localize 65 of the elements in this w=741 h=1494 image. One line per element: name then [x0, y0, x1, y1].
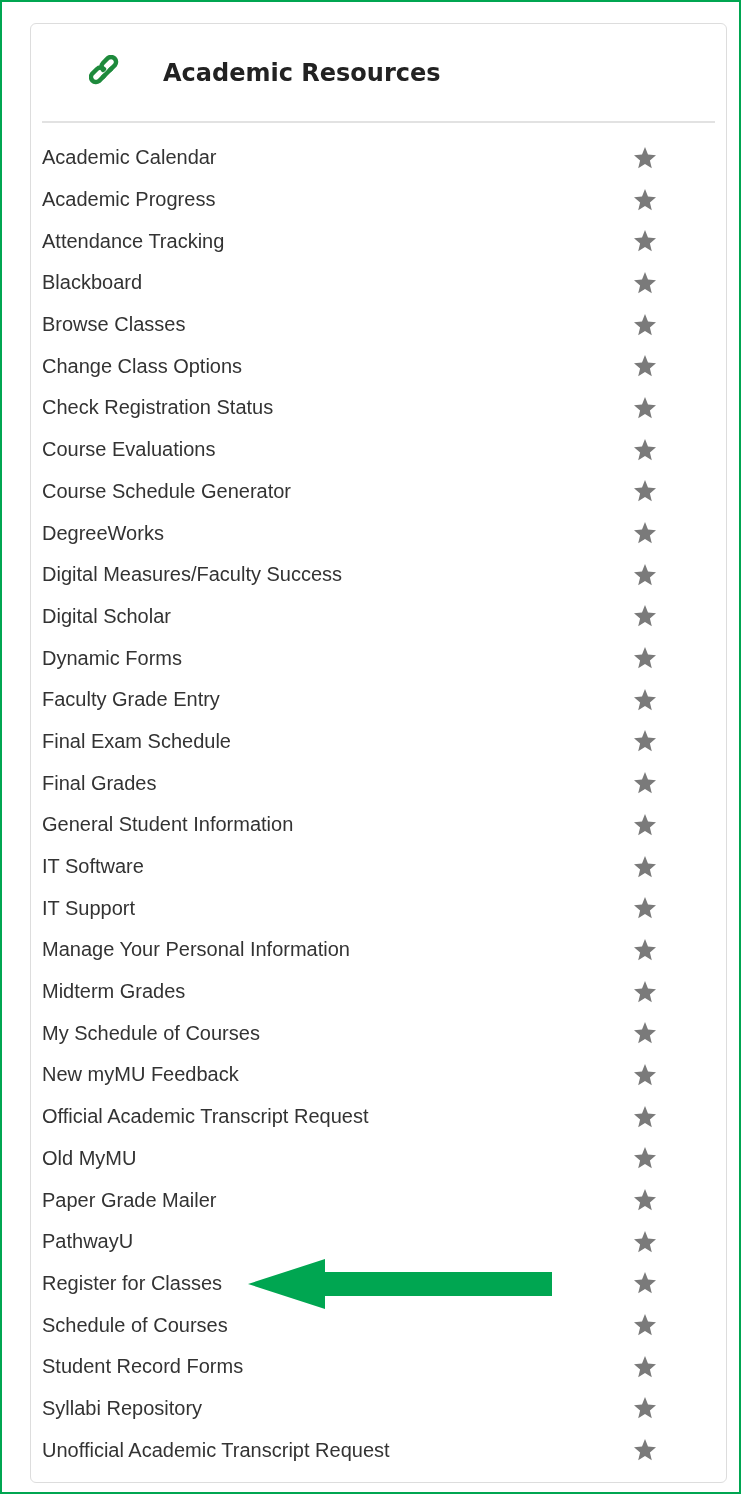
resource-link[interactable]: Browse Classes [42, 313, 186, 337]
resource-link[interactable]: Final Exam Schedule [42, 729, 231, 753]
star-icon[interactable] [633, 729, 657, 754]
star-icon[interactable] [633, 896, 657, 921]
resource-link[interactable]: Student Record Forms [42, 1355, 244, 1379]
resource-link[interactable]: General Student Information [42, 813, 294, 837]
resource-link[interactable]: Blackboard [42, 271, 143, 295]
resource-link[interactable]: Unofficial Academic Transcript Request [42, 1438, 390, 1462]
star-icon[interactable] [633, 1146, 657, 1171]
star-icon[interactable] [633, 854, 657, 879]
resource-link[interactable]: Attendance Tracking [42, 229, 225, 253]
star-icon[interactable] [633, 979, 657, 1004]
star-icon[interactable] [633, 646, 657, 671]
resource-link[interactable]: Official Academic Transcript Request [42, 1105, 369, 1129]
resource-link[interactable]: Change Class Options [42, 354, 243, 378]
resource-link[interactable]: DegreeWorks [42, 521, 164, 545]
star-icon[interactable] [633, 1188, 657, 1213]
star-icon[interactable] [633, 187, 657, 212]
star-icon[interactable] [633, 521, 657, 546]
star-icon[interactable] [633, 312, 657, 337]
star-icon[interactable] [633, 562, 657, 587]
resource-link[interactable]: Schedule of Courses [42, 1313, 228, 1337]
resource-link[interactable]: Paper Grade Mailer [42, 1188, 217, 1212]
star-icon[interactable] [633, 1229, 657, 1254]
resource-link[interactable]: Dynamic Forms [42, 646, 182, 670]
star-icon[interactable] [633, 1354, 657, 1379]
star-icon[interactable] [633, 437, 657, 462]
resource-link[interactable]: Academic Calendar [42, 146, 217, 170]
star-icon[interactable] [633, 937, 657, 962]
resource-link[interactable]: My Schedule of Courses [42, 1021, 260, 1045]
resource-link[interactable]: Old MyMU [42, 1146, 137, 1170]
resource-link[interactable]: PathwayU [42, 1230, 134, 1254]
resource-link[interactable]: Digital Measures/Faculty Success [42, 563, 343, 587]
star-icon[interactable] [633, 395, 657, 420]
panel-title: Academic Resources [163, 58, 441, 87]
star-icon[interactable] [633, 1396, 657, 1421]
star-icon[interactable] [633, 1062, 657, 1087]
resource-link[interactable]: Faculty Grade Entry [42, 688, 220, 712]
star-icon[interactable] [633, 687, 657, 712]
star-icon[interactable] [633, 1104, 657, 1129]
resource-link[interactable]: New myMU Feedback [42, 1063, 239, 1087]
star-icon[interactable] [633, 1271, 657, 1296]
star-icon[interactable] [633, 354, 657, 379]
star-icon[interactable] [633, 145, 657, 170]
resource-link[interactable]: Register for Classes [42, 1271, 223, 1295]
resource-link[interactable]: Check Registration Status [42, 396, 274, 420]
resource-link[interactable]: Academic Progress [42, 188, 216, 212]
star-icon[interactable] [633, 812, 657, 837]
star-icon[interactable] [633, 604, 657, 629]
resource-link[interactable]: Midterm Grades [42, 980, 186, 1004]
resource-link[interactable]: Course Evaluations [42, 438, 216, 462]
star-icon[interactable] [633, 1438, 657, 1463]
star-icon[interactable] [633, 1021, 657, 1046]
star-icon[interactable] [633, 771, 657, 796]
star-icon[interactable] [633, 270, 657, 295]
star-icon[interactable] [633, 479, 657, 504]
resource-link[interactable]: Digital Scholar [42, 604, 171, 628]
resource-link[interactable]: Syllabi Repository [42, 1396, 203, 1420]
star-icon[interactable] [633, 1313, 657, 1338]
star-icon[interactable] [633, 229, 657, 254]
resource-link[interactable]: IT Support [42, 896, 136, 920]
resource-link[interactable]: Manage Your Personal Information [42, 938, 350, 962]
resource-link[interactable]: Course Schedule Generator [42, 479, 292, 503]
resource-link[interactable]: IT Software [42, 855, 144, 879]
resource-link[interactable]: Final Grades [42, 771, 157, 795]
